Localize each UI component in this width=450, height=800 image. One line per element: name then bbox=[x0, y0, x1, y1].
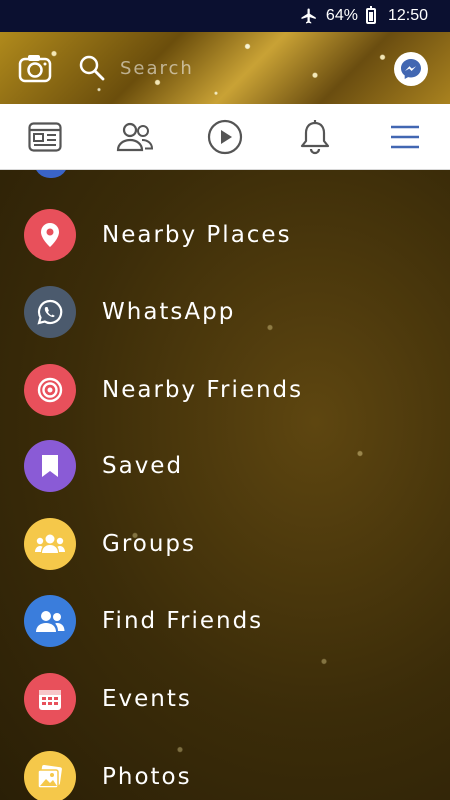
tab-watch[interactable] bbox=[190, 104, 260, 170]
menu-item-nearby-places[interactable]: Nearby Places bbox=[0, 200, 450, 270]
whatsapp-icon bbox=[24, 286, 76, 338]
bookmark-icon bbox=[24, 440, 76, 492]
search-icon bbox=[78, 54, 106, 86]
battery-percent: 64% bbox=[325, 7, 358, 24]
menu-item-groups[interactable]: Groups bbox=[0, 509, 450, 579]
photos-icon bbox=[24, 751, 76, 800]
tab-notifications[interactable] bbox=[280, 104, 350, 170]
news-feed-icon bbox=[28, 121, 62, 152]
menu-item-label: WhatsApp bbox=[102, 299, 236, 325]
hamburger-menu-icon bbox=[391, 125, 419, 148]
menu-item-whatsapp[interactable]: WhatsApp bbox=[0, 277, 450, 347]
menu-item-saved[interactable]: Saved bbox=[0, 431, 450, 501]
search-bar[interactable] bbox=[78, 50, 378, 86]
menu-item-label: Groups bbox=[102, 531, 197, 557]
battery-icon bbox=[365, 6, 380, 24]
tab-news-feed[interactable] bbox=[10, 104, 80, 170]
tab-menu[interactable] bbox=[370, 104, 440, 170]
bell-icon bbox=[300, 119, 330, 154]
menu-item-find-friends[interactable]: Find Friends bbox=[0, 586, 450, 656]
clock: 12:50 bbox=[387, 7, 428, 24]
menu-item-label: Saved bbox=[102, 453, 184, 479]
menu-item-label: Events bbox=[102, 686, 192, 712]
menu-item-events[interactable]: Events bbox=[0, 664, 450, 734]
location-pin-icon bbox=[24, 209, 76, 261]
partial-menu-icon bbox=[34, 170, 68, 178]
calendar-icon bbox=[24, 673, 76, 725]
status-bar: 64% 12:50 bbox=[0, 0, 450, 32]
menu-list: Nearby Places WhatsApp Nearby Friends Sa… bbox=[0, 170, 450, 800]
find-friends-icon bbox=[24, 595, 76, 647]
menu-item-nearby-friends[interactable]: Nearby Friends bbox=[0, 355, 450, 425]
target-icon bbox=[24, 364, 76, 416]
tab-bar bbox=[0, 104, 450, 170]
play-icon bbox=[207, 119, 243, 154]
tab-friends[interactable] bbox=[100, 104, 170, 170]
menu-item-label: Find Friends bbox=[102, 608, 264, 634]
menu-item-label: Nearby Places bbox=[102, 222, 292, 248]
groups-icon bbox=[24, 518, 76, 570]
search-input[interactable] bbox=[120, 53, 340, 83]
menu-item-label: Photos bbox=[102, 764, 192, 790]
menu-item-photos[interactable]: Photos bbox=[0, 742, 450, 800]
messenger-icon[interactable] bbox=[394, 52, 428, 86]
camera-icon[interactable] bbox=[18, 53, 52, 83]
menu-item-label: Nearby Friends bbox=[102, 377, 304, 403]
top-header bbox=[0, 32, 450, 104]
airplane-mode-icon bbox=[300, 7, 318, 25]
friends-icon bbox=[116, 122, 154, 151]
